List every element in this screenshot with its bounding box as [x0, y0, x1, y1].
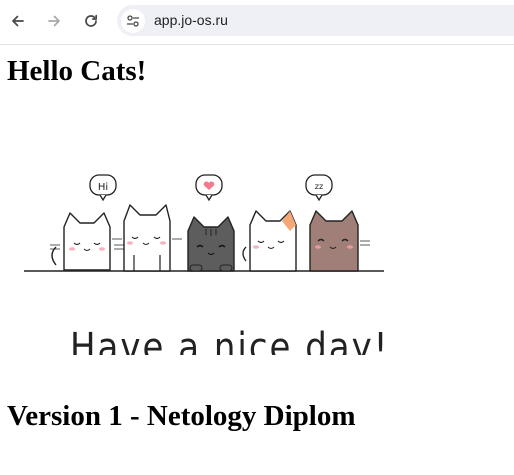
speech-bubble-zz: zz: [305, 174, 333, 202]
forward-button[interactable]: [41, 8, 67, 34]
arrow-left-icon: [12, 15, 24, 27]
speech-bubble-heart: [195, 174, 223, 202]
white-cat-waving: [50, 212, 124, 271]
site-info-button[interactable]: [121, 9, 145, 33]
address-bar[interactable]: app.jo-os.ru: [117, 5, 514, 36]
speech-bubble-hi: Hi: [89, 174, 117, 202]
brown-cat: [309, 210, 370, 272]
page-heading: Hello Cats!: [7, 55, 147, 87]
white-orange-cat: [242, 210, 297, 272]
tune-icon: [126, 15, 140, 27]
arrow-right-icon: [48, 15, 60, 27]
url-text[interactable]: app.jo-os.ru: [154, 12, 228, 28]
grey-cat: [187, 216, 235, 272]
version-heading: Version 1 - Netology Diplom: [7, 400, 356, 432]
browser-toolbar: app.jo-os.ru: [0, 0, 514, 45]
svg-text:zz: zz: [315, 182, 323, 191]
back-button[interactable]: [5, 8, 31, 34]
reload-button[interactable]: [78, 8, 104, 34]
cats-illustration: Hi zz Have a nice day!: [24, 174, 389, 355]
svg-text:Hi: Hi: [98, 182, 108, 193]
white-cat-standing: [112, 204, 182, 272]
image-caption: Have a nice day!: [70, 324, 389, 355]
reload-icon: [85, 14, 98, 27]
